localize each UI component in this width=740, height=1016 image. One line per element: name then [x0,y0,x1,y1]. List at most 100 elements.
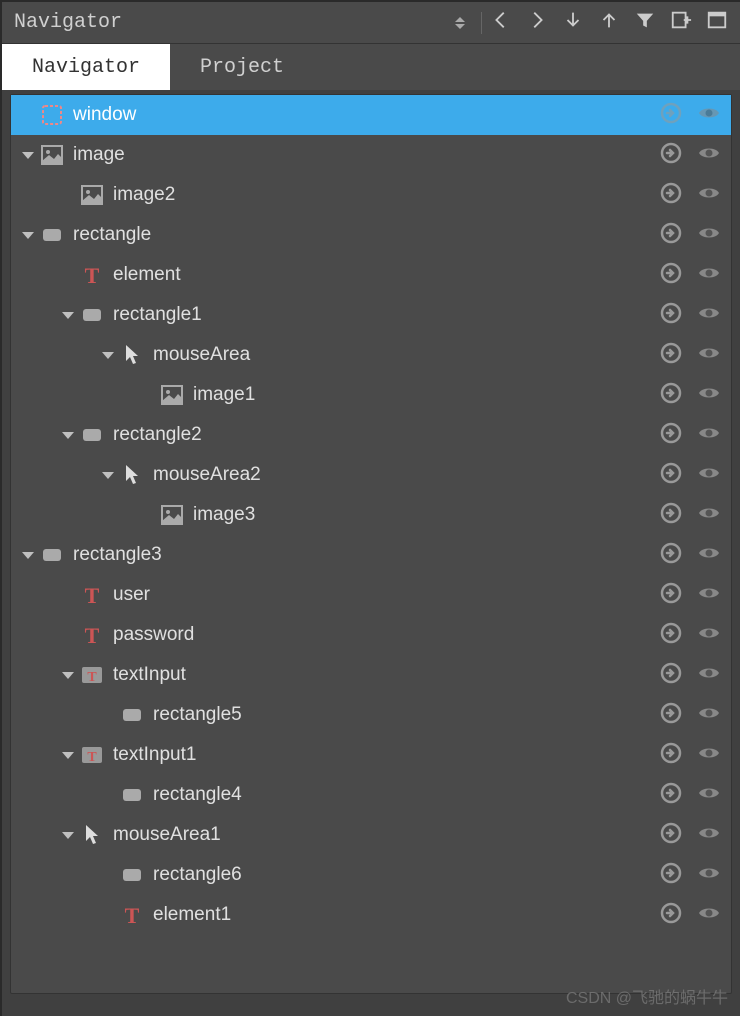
textinput-icon [79,742,105,768]
tab-navigator[interactable]: Navigator [2,44,170,90]
visibility-icon[interactable] [697,141,721,170]
export-icon[interactable] [659,861,683,890]
tree-item-label: rectangle3 [73,544,659,566]
expand-arrow-icon[interactable] [59,306,77,324]
row-actions [659,261,721,290]
visibility-icon[interactable] [697,581,721,610]
visibility-icon[interactable] [697,821,721,850]
tree-item-label: rectangle1 [113,304,659,326]
visibility-icon[interactable] [697,221,721,250]
add-panel-icon[interactable] [670,9,692,36]
visibility-icon[interactable] [697,301,721,330]
tree-row[interactable]: rectangle2 [11,415,731,455]
expand-arrow-icon[interactable] [59,826,77,844]
export-icon[interactable] [659,621,683,650]
tree-row[interactable]: rectangle5 [11,695,731,735]
tree-item-label: rectangle [73,224,659,246]
expand-arrow-icon[interactable] [19,226,37,244]
export-icon[interactable] [659,221,683,250]
expand-arrow-icon[interactable] [59,426,77,444]
export-icon[interactable] [659,261,683,290]
tree-row[interactable]: rectangle4 [11,775,731,815]
tree-row[interactable]: user [11,575,731,615]
tree-row[interactable]: rectangle3 [11,535,731,575]
filter-icon[interactable] [634,9,656,36]
visibility-icon[interactable] [697,741,721,770]
expand-arrow-icon[interactable] [59,666,77,684]
export-icon[interactable] [659,101,683,130]
visibility-icon[interactable] [697,861,721,890]
tree-item-label: image3 [193,504,659,526]
visibility-icon[interactable] [697,341,721,370]
visibility-icon[interactable] [697,421,721,450]
tree-row[interactable]: mouseArea [11,335,731,375]
navigator-tree: windowimageimage2 rectangle element rectang… [10,94,732,994]
export-icon[interactable] [659,661,683,690]
tree-item-label: rectangle2 [113,424,659,446]
export-icon[interactable] [659,341,683,370]
tree-row[interactable]: mouseArea2 [11,455,731,495]
tree-row[interactable]: textInput [11,655,731,695]
image-icon [39,142,65,168]
up-icon[interactable] [598,9,620,36]
tree-row[interactable]: image [11,135,731,175]
export-icon[interactable] [659,541,683,570]
panel-title: Navigator [14,11,453,34]
export-icon[interactable] [659,501,683,530]
export-icon[interactable] [659,301,683,330]
export-icon[interactable] [659,141,683,170]
export-icon[interactable] [659,381,683,410]
export-icon[interactable] [659,581,683,610]
row-actions [659,381,721,410]
down-icon[interactable] [562,9,584,36]
expand-arrow-icon[interactable] [19,546,37,564]
expand-arrow-icon[interactable] [99,466,117,484]
tree-row[interactable]: element [11,255,731,295]
row-actions [659,501,721,530]
maximize-icon[interactable] [706,9,728,36]
tree-row[interactable]: password [11,615,731,655]
visibility-icon[interactable] [697,901,721,930]
tree-row[interactable]: textInput1 [11,735,731,775]
visibility-icon[interactable] [697,461,721,490]
tree-row[interactable]: rectangle1 [11,295,731,335]
visibility-icon[interactable] [697,501,721,530]
expand-arrow-icon[interactable] [99,346,117,364]
export-icon[interactable] [659,781,683,810]
export-icon[interactable] [659,461,683,490]
tree-item-label: rectangle5 [153,704,659,726]
export-icon[interactable] [659,181,683,210]
tree-row[interactable]: window [11,95,731,135]
visibility-icon[interactable] [697,661,721,690]
row-actions [659,181,721,210]
tree-row[interactable]: element1 [11,895,731,935]
panel-dropdown-icon[interactable] [453,16,467,30]
export-icon[interactable] [659,741,683,770]
expand-arrow-icon[interactable] [59,746,77,764]
visibility-icon[interactable] [697,621,721,650]
tree-row[interactable]: image1 [11,375,731,415]
visibility-icon[interactable] [697,541,721,570]
row-actions [659,701,721,730]
tree-row[interactable]: rectangle6 [11,855,731,895]
visibility-icon[interactable] [697,261,721,290]
visibility-icon[interactable] [697,781,721,810]
export-icon[interactable] [659,821,683,850]
tree-row[interactable]: image3 [11,495,731,535]
export-icon[interactable] [659,421,683,450]
tree-item-label: textInput [113,664,659,686]
visibility-icon[interactable] [697,701,721,730]
forward-icon[interactable] [526,9,548,36]
visibility-icon[interactable] [697,381,721,410]
tree-item-label: password [113,624,659,646]
tab-project[interactable]: Project [170,44,314,90]
back-icon[interactable] [490,9,512,36]
tree-row[interactable]: mouseArea1 [11,815,731,855]
expand-arrow-icon[interactable] [19,146,37,164]
visibility-icon[interactable] [697,101,721,130]
visibility-icon[interactable] [697,181,721,210]
tree-row[interactable]: rectangle [11,215,731,255]
export-icon[interactable] [659,901,683,930]
tree-row[interactable]: image2 [11,175,731,215]
export-icon[interactable] [659,701,683,730]
